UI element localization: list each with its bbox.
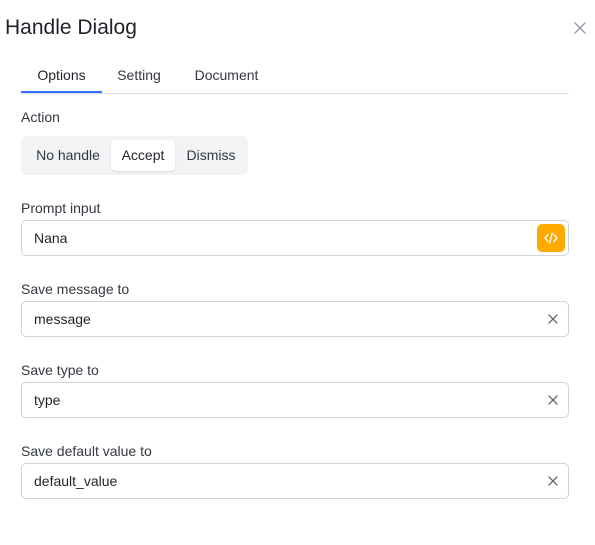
prompt-input-label: Prompt input [21, 200, 101, 216]
prompt-input-field[interactable]: Nana [21, 220, 569, 256]
save-message-value: message [34, 311, 91, 327]
clear-icon [548, 395, 558, 405]
prompt-input-value: Nana [34, 230, 68, 246]
save-default-field[interactable]: default_value [21, 463, 569, 499]
tab-bar: Options Setting Document [21, 56, 569, 94]
save-default-clear-button[interactable] [546, 474, 560, 488]
close-button[interactable] [571, 19, 588, 36]
code-mode-button[interactable] [537, 224, 565, 252]
dialog-title: Handle Dialog [5, 16, 137, 39]
save-type-field[interactable]: type [21, 382, 569, 418]
save-type-label: Save type to [21, 362, 99, 378]
save-default-value: default_value [34, 473, 118, 489]
tab-setting[interactable]: Setting [111, 56, 167, 94]
code-icon [544, 232, 558, 244]
save-message-field[interactable]: message [21, 301, 569, 337]
save-message-label: Save message to [21, 281, 130, 297]
action-option-accept[interactable]: Accept [111, 140, 175, 171]
save-type-value: type [34, 392, 61, 408]
handle-dialog: Handle Dialog Options Setting Document A… [0, 0, 595, 545]
tab-options[interactable]: Options [21, 56, 102, 94]
save-type-clear-button[interactable] [546, 393, 560, 407]
save-default-label: Save default value to [21, 443, 152, 459]
clear-icon [548, 476, 558, 486]
active-tab-indicator [21, 91, 102, 93]
action-segmented-control: No handle Accept Dismiss [21, 136, 248, 175]
action-option-no-handle[interactable]: No handle [27, 140, 109, 171]
action-option-dismiss[interactable]: Dismiss [178, 140, 244, 171]
tab-document[interactable]: Document [189, 56, 264, 94]
action-label: Action [21, 109, 60, 125]
clear-icon [548, 314, 558, 324]
save-message-clear-button[interactable] [546, 312, 560, 326]
close-icon [573, 21, 586, 34]
